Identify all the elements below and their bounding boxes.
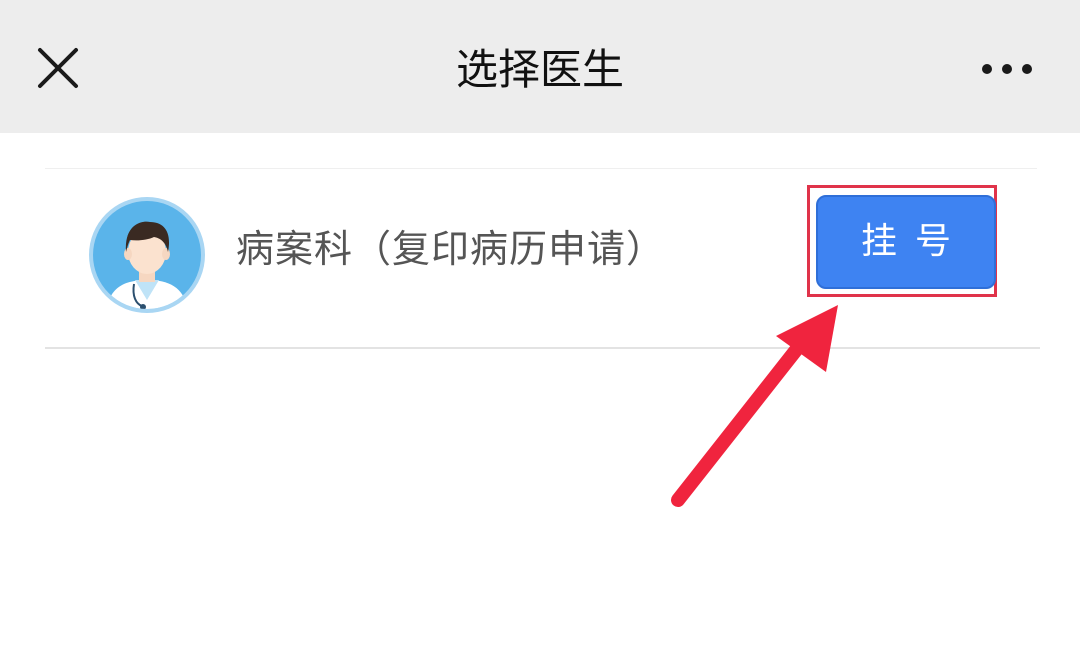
register-button[interactable]: 挂号 [816,195,996,289]
more-icon [982,64,1032,74]
doctor-list-item: 病案科（复印病历申请） 挂号 [45,169,1040,347]
screen: 选择医生 病案科（复印病历申请） 挂号 [0,0,1080,647]
more-button[interactable] [972,52,1042,86]
top-navigation-bar: 选择医生 [0,0,1080,133]
department-name: 病案科（复印病历申请） [236,227,666,271]
page-title: 选择医生 [455,45,624,94]
doctor-avatar-icon [88,196,206,314]
list-divider-bottom [45,347,1040,349]
